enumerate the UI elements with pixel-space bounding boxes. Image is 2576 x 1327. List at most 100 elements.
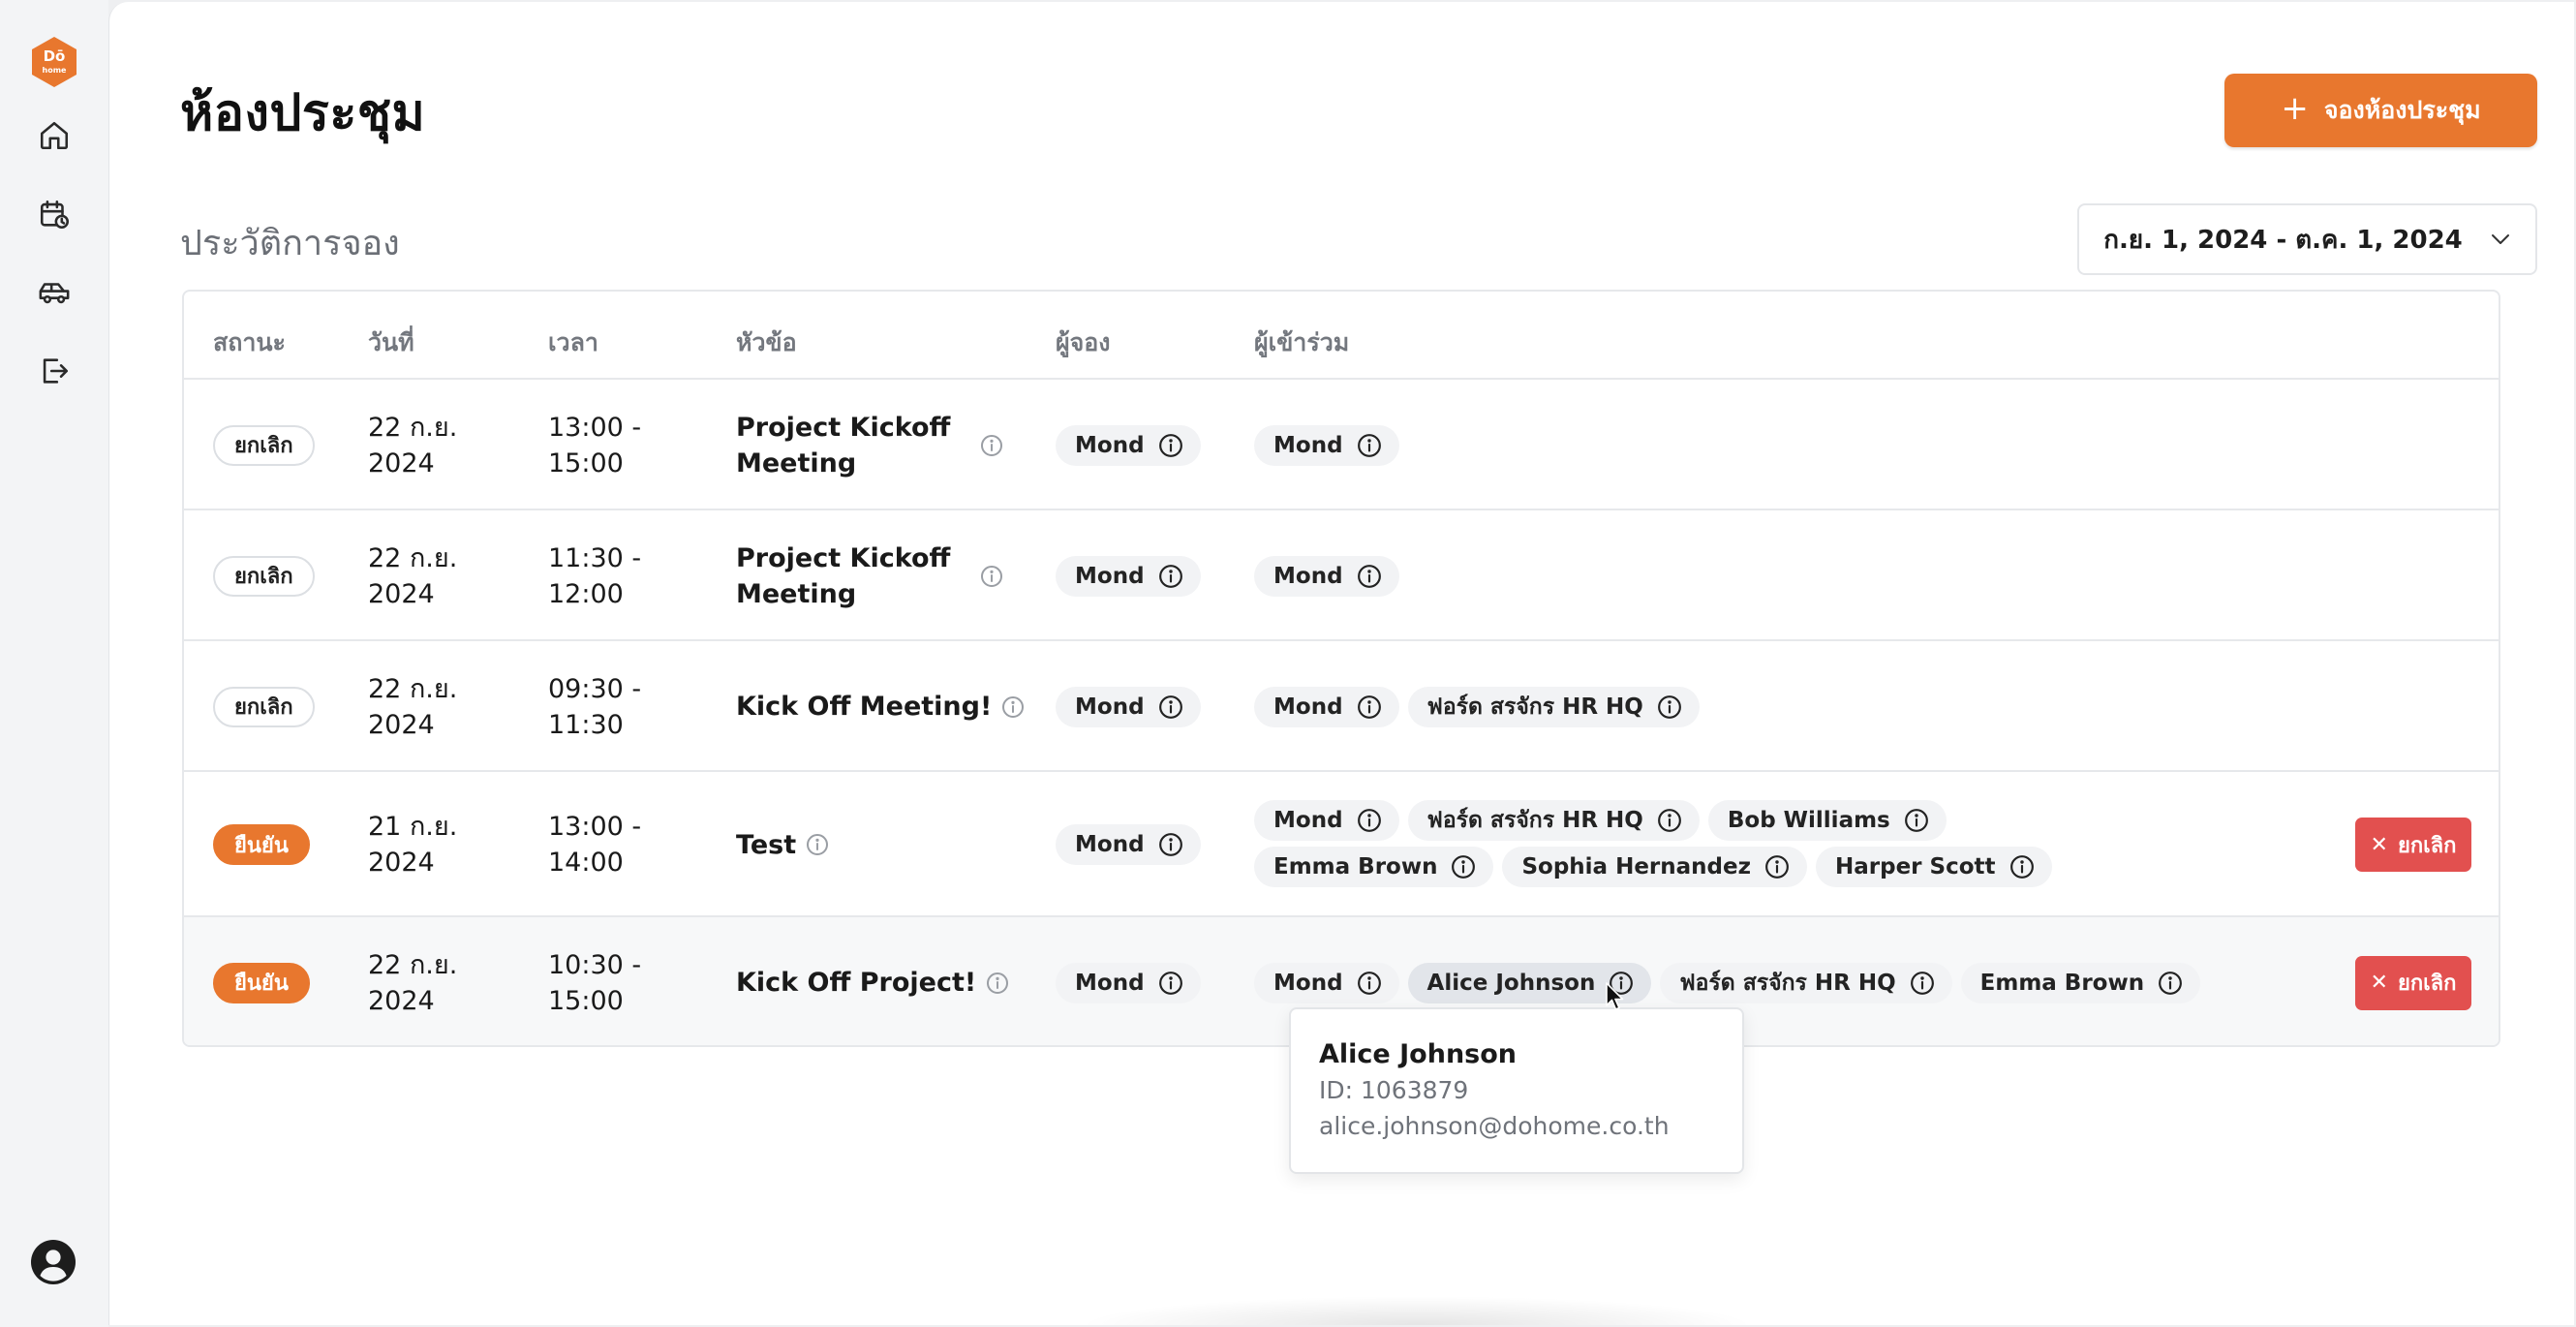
user-avatar-icon[interactable] xyxy=(29,1238,77,1286)
attendee-chip[interactable]: Emma Brown xyxy=(1960,962,2201,1003)
date-cell: 22 ก.ย. 2024 xyxy=(368,540,457,612)
info-icon[interactable] xyxy=(1357,971,1382,996)
attendee-chip[interactable]: ฟอร์ด สรจักร HR HQ xyxy=(1407,686,1700,727)
attendee-chip[interactable]: Mond xyxy=(1254,555,1399,597)
attendee-chip[interactable]: Harper Scott xyxy=(1816,847,2052,887)
info-icon[interactable] xyxy=(986,972,1009,995)
time-start: 09:30 - xyxy=(548,673,642,704)
close-icon: ✕ xyxy=(2370,832,2388,857)
attendee-name: Alice Johnson xyxy=(1426,970,1596,996)
info-icon[interactable] xyxy=(1451,854,1476,880)
info-icon[interactable] xyxy=(1357,433,1382,458)
time-cell: 13:00 - 15:00 xyxy=(548,410,641,481)
time-start: 11:30 - xyxy=(548,542,642,573)
column-header-attendees: ผู้เข้าร่วม xyxy=(1254,328,1350,356)
attendee-chip[interactable]: Mond xyxy=(1254,962,1399,1003)
dohome-logo[interactable]: Dō home xyxy=(30,35,78,89)
info-icon[interactable] xyxy=(1158,971,1183,996)
info-icon[interactable] xyxy=(980,434,1003,457)
table-row: ยืนยัน 21 ก.ย. 2024 13:00 -14:00 Test Mond Mon… xyxy=(184,772,2499,917)
info-icon[interactable] xyxy=(1357,694,1382,720)
table-row: ยกเลิก 22 ก.ย. 2024 13:00 - 15:00 Project Kic… xyxy=(184,380,2499,510)
attendee-name: Bob Williams xyxy=(1727,808,1890,833)
chevron-down-icon xyxy=(2491,234,2509,244)
booker-name: Mond xyxy=(1075,563,1145,589)
home-icon[interactable] xyxy=(31,112,77,159)
svg-text:home: home xyxy=(43,66,68,75)
attendee-chip[interactable]: Emma Brown xyxy=(1254,847,1494,887)
year-line: 2024 xyxy=(368,848,435,878)
attendee-chip[interactable]: Mond xyxy=(1254,424,1399,466)
book-room-label: จองห้องประชุม xyxy=(2323,96,2481,124)
time-start: 13:00 - xyxy=(548,412,642,443)
info-icon[interactable] xyxy=(980,565,1003,588)
attendee-chip[interactable]: Sophia Hernandez xyxy=(1502,847,1807,887)
info-icon[interactable] xyxy=(1357,808,1382,833)
info-icon[interactable] xyxy=(806,833,829,856)
booker-chip[interactable]: Mond xyxy=(1056,555,1201,597)
date-cell: 21 ก.ย. 2024 xyxy=(368,809,457,880)
topic-cell: Project Kickoff Meeting xyxy=(736,540,1017,612)
topic-text: Test xyxy=(736,829,797,860)
info-icon[interactable] xyxy=(2009,854,2035,880)
table-row: ยกเลิก 22 ก.ย. 2024 09:30 - 11:30 Kick Off Me… xyxy=(184,641,2499,772)
attendee-list: Mond ฟอร์ด สรจักร HR HQ Bob Williams Emma B… xyxy=(1254,800,2155,887)
year-line: 2024 xyxy=(368,447,435,478)
column-header-date: วันที่ xyxy=(368,328,414,356)
booker-chip[interactable]: Mond xyxy=(1056,962,1201,1003)
attendee-list: Mond xyxy=(1254,555,2319,597)
table-body: ยกเลิก 22 ก.ย. 2024 13:00 - 15:00 Project Kic… xyxy=(184,380,2499,1045)
date-cell: 22 ก.ย. 2024 xyxy=(368,410,457,481)
attendee-chip[interactable]: ฟอร์ด สรจักร HR HQ xyxy=(1407,800,1700,841)
plus-icon: + xyxy=(2281,89,2309,128)
info-icon[interactable] xyxy=(1657,694,1682,720)
attendee-name: ฟอร์ด สรจักร HR HQ xyxy=(1426,808,1643,833)
time-start: 13:00 - xyxy=(548,812,642,842)
info-icon[interactable] xyxy=(1158,832,1183,857)
attendee-tooltip: Alice Johnson ID: 1063879 alice.johnson@… xyxy=(1289,1007,1744,1174)
info-icon[interactable] xyxy=(1904,808,1929,833)
logout-icon[interactable] xyxy=(31,348,77,394)
time-start: 10:30 - xyxy=(548,949,642,980)
time-cell: 09:30 - 11:30 xyxy=(548,671,641,743)
time-cell: 11:30 - 12:00 xyxy=(548,540,641,612)
year-line: 2024 xyxy=(368,709,435,740)
attendee-name: Emma Brown xyxy=(1979,970,2145,996)
info-icon[interactable] xyxy=(1910,971,1935,996)
column-header-topic: หัวข้อ xyxy=(736,328,797,356)
topic-text-line2: Meeting xyxy=(736,447,857,478)
attendee-chip[interactable]: Mond xyxy=(1254,686,1399,727)
booker-chip[interactable]: Mond xyxy=(1056,424,1201,466)
info-icon[interactable] xyxy=(1001,695,1025,719)
topic-text: Project Kickoff xyxy=(736,412,951,443)
info-icon[interactable] xyxy=(1158,694,1183,720)
date-range-picker[interactable]: ก.ย. 1, 2024 - ต.ค. 1, 2024 xyxy=(2077,203,2537,275)
info-icon[interactable] xyxy=(1158,433,1183,458)
attendee-chip[interactable]: Mond xyxy=(1254,800,1399,841)
info-icon[interactable] xyxy=(1764,854,1790,880)
topic-cell: Kick Off Meeting! xyxy=(736,689,1025,725)
info-icon[interactable] xyxy=(1357,564,1382,589)
car-icon[interactable] xyxy=(31,269,77,316)
info-icon[interactable] xyxy=(1158,564,1183,589)
info-icon[interactable] xyxy=(2158,971,2183,996)
attendee-chip[interactable]: Bob Williams xyxy=(1707,800,1947,841)
attendee-name: Harper Scott xyxy=(1835,854,1996,880)
topic-text: Kick Off Meeting! xyxy=(736,692,993,722)
logo-icon: Dō home xyxy=(32,37,77,87)
booker-chip[interactable]: Mond xyxy=(1056,686,1201,727)
time-end: 15:00 xyxy=(548,447,624,478)
time-cell: 13:00 - 14:00 xyxy=(548,809,641,880)
book-room-button[interactable]: + จองห้องประชุม xyxy=(2224,74,2537,147)
calendar-clock-icon[interactable] xyxy=(31,191,77,237)
cancel-booking-button[interactable]: ✕ ยกเลิก xyxy=(2355,818,2471,872)
attendee-chip[interactable]: ฟอร์ด สรจักร HR HQ xyxy=(1660,962,1952,1003)
info-icon[interactable] xyxy=(1657,808,1682,833)
attendee-name: Sophia Hernandez xyxy=(1521,854,1751,880)
topic-cell: Test xyxy=(736,827,829,863)
column-header-status: สถานะ xyxy=(213,328,286,356)
status-badge: ยกเลิก xyxy=(213,555,315,597)
year-line: 2024 xyxy=(368,578,435,609)
cancel-booking-button[interactable]: ✕ ยกเลิก xyxy=(2355,955,2471,1010)
booker-chip[interactable]: Mond xyxy=(1056,824,1201,865)
